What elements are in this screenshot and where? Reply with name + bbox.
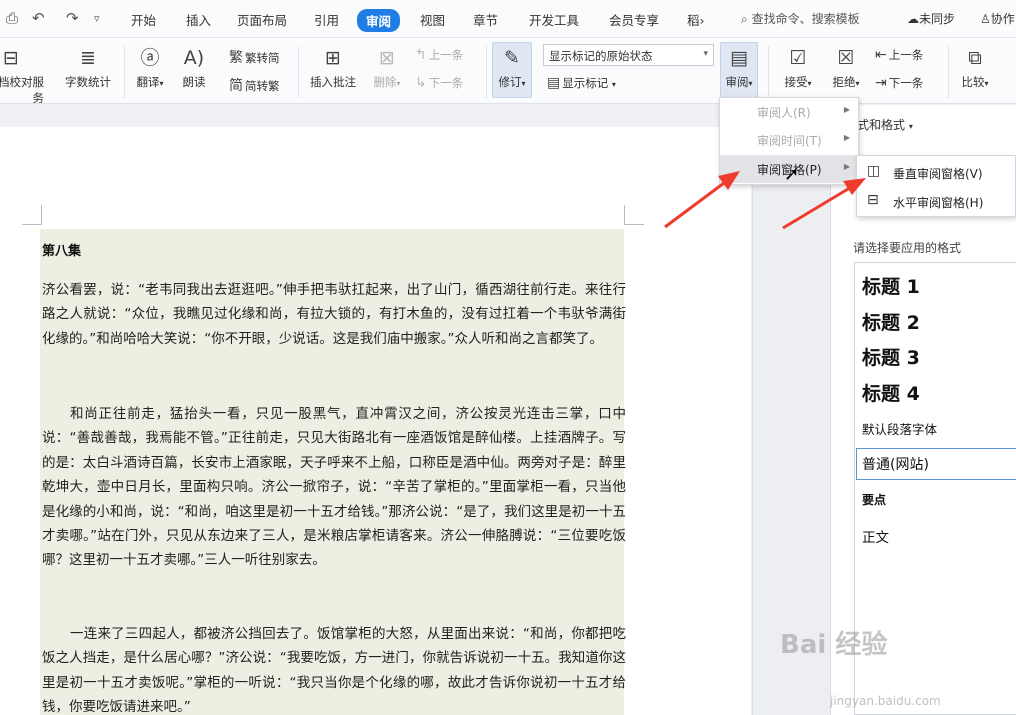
search-icon: ⌕	[741, 12, 748, 26]
menu-item-horizontal-pane[interactable]: ⊟ 水平审阅窗格(H)	[857, 187, 1016, 215]
next-change-icon: ⇥	[875, 75, 887, 91]
review-pane-icon: ▤	[730, 47, 748, 69]
cloud-icon: ☁	[907, 12, 919, 26]
style-heading-1[interactable]: 标题 1	[862, 272, 920, 299]
style-heading-3[interactable]: 标题 3	[862, 343, 920, 370]
compare-button[interactable]: ⧉ 比较▾	[955, 46, 995, 90]
next-change-button[interactable]: ⇥ 下一条	[875, 75, 923, 91]
insert-comment-button[interactable]: ⊞ 插入批注	[305, 46, 361, 90]
customize-dropdown-icon[interactable]: ▿	[94, 12, 100, 25]
user-icon: ♙	[980, 12, 991, 26]
prev-comment-icon: ↰	[415, 47, 427, 63]
track-changes-icon: ✎	[504, 47, 520, 69]
ribbon-separator	[948, 46, 949, 98]
sync-status[interactable]: ☁未同步	[907, 10, 955, 27]
vertical-pane-icon: ◫	[867, 163, 881, 179]
simp-trad-icon: 简	[229, 78, 243, 94]
translate-icon: ⓐ	[140, 47, 160, 69]
paragraph[interactable]: 济公看罢，说：“老韦同我出去逛逛吧。”伸手把韦驮扛起来，出了山门，循西湖往前行走…	[42, 278, 626, 351]
style-normal-web[interactable]: 普通(网站)	[862, 454, 929, 474]
tab-review[interactable]: 审阅	[357, 9, 401, 32]
menu-item-review-time[interactable]: 审阅时间(T) ▶	[720, 126, 858, 154]
style-body-text[interactable]: 正文	[862, 526, 889, 546]
word-count-icon: ≣	[80, 47, 96, 69]
tab-page-layout[interactable]: 页面布局	[237, 10, 287, 29]
print-preview-icon[interactable]: ⎙	[6, 9, 18, 27]
undo-icon[interactable]: ↶	[32, 9, 45, 27]
reject-button[interactable]: ☒ 拒绝▾	[826, 46, 866, 90]
word-count-button[interactable]: ≣ 字数统计	[58, 46, 118, 90]
paragraph[interactable]: 一连来了三四起人，都被济公挡回去了。饭馆掌柜的大怒，从里面出来说：“和尚，你都把…	[42, 622, 626, 715]
next-comment-icon: ↳	[415, 75, 427, 91]
menu-item-reviewer[interactable]: 审阅人(R) ▶	[720, 98, 858, 126]
pane-prompt: 请选择要应用的格式	[853, 241, 962, 255]
next-comment-button[interactable]: ↳ 下一条	[415, 75, 463, 91]
redo-icon[interactable]: ↷	[66, 9, 79, 27]
show-markup-icon: ▤	[547, 75, 561, 91]
accept-button[interactable]: ☑ 接受▾	[778, 46, 818, 90]
chevron-right-icon: ▶	[843, 105, 850, 114]
menu-bar: ⎙ ↶ ↷ ▿ 开始 插入 页面布局 引用 审阅 视图 章节 开发工具 会员专享…	[0, 0, 1016, 38]
delete-comment-button[interactable]: ⊠ 删除▾	[367, 46, 407, 90]
prev-comment-button[interactable]: ↰ 上一条	[415, 47, 463, 63]
tab-insert[interactable]: 插入	[186, 10, 211, 29]
chapter-heading[interactable]: 第八集	[42, 240, 81, 259]
prev-change-button[interactable]: ⇤ 上一条	[875, 47, 923, 63]
simp-to-trad-button[interactable]: 简简转繁	[229, 75, 280, 95]
horizontal-pane-icon: ⊟	[867, 192, 879, 208]
mouse-cursor-icon: ➚	[784, 164, 800, 185]
collab-button[interactable]: ♙协作	[980, 10, 1015, 27]
compare-icon: ⧉	[968, 47, 982, 69]
ribbon-separator	[298, 46, 299, 98]
delete-comment-icon: ⊠	[379, 47, 395, 69]
paragraph[interactable]: 和尚正往前走，猛抬头一看，只见一股黑气，直冲霄汉之间，济公按灵光连击三掌，口中说…	[42, 402, 626, 573]
review-pane-submenu: ◫ 垂直审阅窗格(V) ⊟ 水平审阅窗格(H)	[856, 155, 1016, 217]
proofread-icon: ⊟	[3, 47, 19, 69]
tab-more[interactable]: 稻›	[687, 10, 705, 29]
ribbon-separator	[486, 46, 487, 98]
tab-references[interactable]: 引用	[314, 10, 339, 29]
tab-chapter[interactable]: 章节	[473, 10, 498, 29]
track-changes-button[interactable]: ✎ 修订▾	[492, 42, 532, 98]
tab-developer[interactable]: 开发工具	[529, 10, 579, 29]
style-key-point[interactable]: 要点	[862, 491, 886, 508]
show-markup-button[interactable]: ▤ 显示标记 ▾	[547, 75, 616, 91]
add-comment-icon: ⊞	[325, 47, 341, 69]
ribbon-separator	[768, 46, 769, 98]
review-button[interactable]: ▤ 审阅▾	[720, 42, 758, 98]
chevron-down-icon: ▾	[908, 122, 913, 131]
watermark-url: jingyan.baidu.com	[830, 694, 941, 708]
tab-member[interactable]: 会员专享	[609, 10, 659, 29]
chevron-down-icon: ▾	[703, 49, 708, 59]
chevron-right-icon: ▶	[843, 133, 850, 142]
speaker-icon: A)	[183, 47, 205, 69]
tab-view[interactable]: 视图	[420, 10, 445, 29]
accept-icon: ☑	[789, 47, 807, 69]
ribbon-separator	[124, 46, 125, 98]
menu-item-vertical-pane[interactable]: ◫ 垂直审阅窗格(V)	[857, 158, 1016, 186]
doc-service-button[interactable]: ⊟ 文档校对服务	[0, 46, 44, 106]
command-search[interactable]: ⌕ 查找命令、搜索模板	[741, 10, 860, 27]
trad-simp-icon: 繁	[229, 50, 243, 66]
trad-to-simp-button[interactable]: 繁繁转简	[229, 47, 280, 67]
style-heading-2[interactable]: 标题 2	[862, 308, 920, 335]
page-corner-mark	[22, 205, 42, 225]
tab-start[interactable]: 开始	[131, 10, 156, 29]
style-default-paragraph-font[interactable]: 默认段落字体	[862, 419, 937, 438]
reject-icon: ☒	[837, 47, 855, 69]
markup-display-select[interactable]: 显示标记的原始状态 ▾	[543, 44, 714, 66]
watermark-brand: Bai 经验	[780, 630, 888, 660]
read-aloud-button[interactable]: A) 朗读	[174, 46, 214, 90]
style-heading-4[interactable]: 标题 4	[862, 379, 920, 406]
prev-change-icon: ⇤	[875, 47, 887, 63]
translate-button[interactable]: ⓐ 翻译▾	[130, 46, 170, 90]
page-corner-mark	[624, 205, 644, 225]
chevron-right-icon: ▶	[843, 162, 850, 171]
